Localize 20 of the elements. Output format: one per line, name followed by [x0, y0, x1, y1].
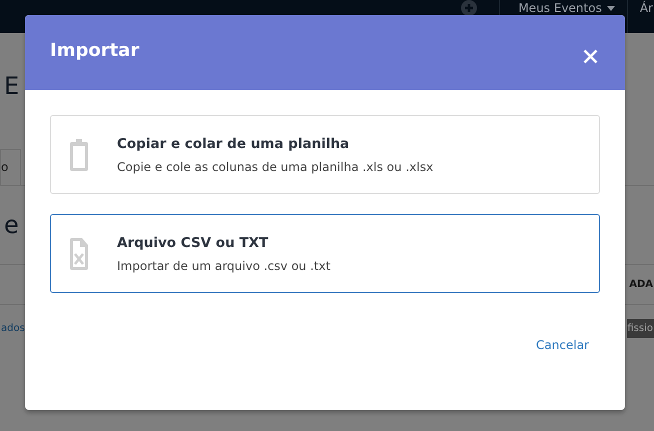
plus-circle-icon[interactable]: [461, 0, 478, 16]
file-icon: [70, 236, 88, 270]
option-title: Arquivo CSV ou TXT: [117, 234, 270, 250]
tab[interactable]: o: [0, 149, 22, 185]
clipboard-icon: [70, 138, 88, 172]
column-header: ADA: [629, 279, 654, 290]
caret-icon: [606, 6, 615, 10]
option-description: Copie e cole as colunas de uma planilha .xls ou .xlsx: [117, 160, 434, 174]
option-description: Importar de um arquivo .csv ou .txt: [117, 258, 330, 272]
nav-item[interactable]: Ár: [640, 0, 654, 15]
import-option[interactable]: Arquivo CSV ou TXT Importar de um arquivo .csv ou .txt: [50, 214, 600, 293]
tag: fissio: [627, 318, 654, 338]
dialog-title: Importar: [50, 40, 140, 61]
cancel-link[interactable]: Cancelar: [536, 338, 589, 352]
import-option[interactable]: Copiar e colar de uma planilha Copie e cole as colunas de uma planilha .xls ou .xlsx: [50, 115, 600, 194]
page-heading: E: [4, 72, 20, 100]
section-heading: e: [4, 211, 19, 239]
close-button[interactable]: [581, 47, 600, 66]
option-title: Copiar e colar de uma planilha: [117, 136, 350, 152]
events-menu[interactable]: Meus Eventos: [500, 0, 627, 15]
